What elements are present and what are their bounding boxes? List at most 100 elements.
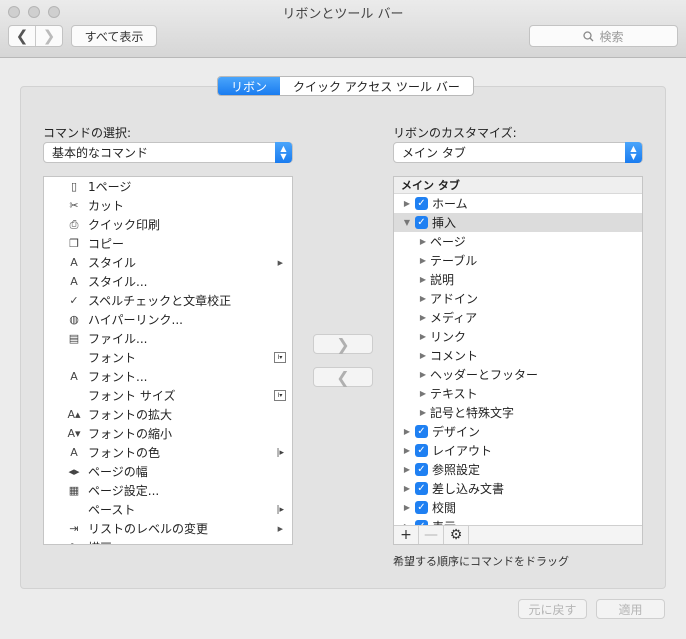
command-item[interactable]: ▯ 1ページ: [44, 177, 292, 196]
command-label: フォントの拡大: [88, 408, 173, 422]
gear-icon[interactable]: ⚙: [444, 526, 469, 544]
command-label: スタイル: [88, 256, 137, 270]
choose-commands-select[interactable]: 基本的なコマンド ▲ ▼: [43, 142, 293, 163]
text-field-icon: I▾: [274, 390, 286, 401]
tab-ribbon[interactable]: リボン: [218, 77, 281, 95]
list-level-icon: ⇥: [69, 522, 79, 535]
disclosure-closed-icon[interactable]: ▶: [418, 313, 428, 322]
tree-item-label: リンク: [430, 330, 467, 344]
command-item[interactable]: A フォントの色 |▸: [44, 443, 292, 462]
search-field[interactable]: 検索: [529, 25, 678, 47]
disclosure-closed-icon[interactable]: ▶: [402, 465, 412, 474]
command-item[interactable]: ✎ 描画: [44, 538, 292, 544]
remove-command-button[interactable]: ❮: [313, 367, 373, 387]
disclosure-closed-icon[interactable]: ▶: [402, 199, 412, 208]
ribbon-tabs-tree[interactable]: メイン タブ ▶ ✓ ホーム ▼ ✓ 挿入 ▶ ページ ▶ テーブル ▶ 説明 ▶ アドイン ▶ メディア ▶ リ…: [393, 176, 643, 545]
disclosure-closed-icon[interactable]: ▶: [418, 351, 428, 360]
ribbon-tab-item[interactable]: ▶ ✓ 参照設定: [394, 460, 642, 479]
tree-item-label: テーブル: [430, 254, 478, 268]
ribbon-tab-item[interactable]: ▶ ✓ デザイン: [394, 422, 642, 441]
back-button[interactable]: ❮: [9, 26, 35, 46]
disclosure-closed-icon[interactable]: ▶: [418, 275, 428, 284]
ribbon-tab-item[interactable]: ▼ ✓ 挿入: [394, 213, 642, 232]
command-item[interactable]: A スタイル ▶: [44, 253, 292, 272]
chevron-left-icon: ❮: [336, 367, 350, 387]
ribbon-group-item[interactable]: ▶ リンク: [394, 327, 642, 346]
disclosure-closed-icon[interactable]: ▶: [402, 446, 412, 455]
command-item[interactable]: フォント サイズ I▾: [44, 386, 292, 405]
command-item[interactable]: ✂ カット: [44, 196, 292, 215]
ribbon-group-item[interactable]: ▶ 記号と特殊文字: [394, 403, 642, 422]
search-icon: [583, 30, 594, 41]
apply-button[interactable]: 適用: [596, 599, 665, 619]
tree-item-label: 参照設定: [432, 463, 481, 477]
ribbon-tab-item[interactable]: ▶ ✓ 校閲: [394, 498, 642, 517]
font-grow-icon: A▴: [67, 408, 81, 421]
ribbon-tab-item[interactable]: ▶ ✓ レイアウト: [394, 441, 642, 460]
disclosure-closed-icon[interactable]: ▶: [402, 427, 412, 436]
disclosure-closed-icon[interactable]: ▶: [402, 503, 412, 512]
ribbon-group-item[interactable]: ▶ コメント: [394, 346, 642, 365]
command-item[interactable]: ◂▸ ページの幅: [44, 462, 292, 481]
command-item[interactable]: A スタイル...: [44, 272, 292, 291]
customize-ribbon-select[interactable]: メイン タブ ▲ ▼: [393, 142, 643, 163]
ribbon-group-item[interactable]: ▶ アドイン: [394, 289, 642, 308]
ribbon-group-item[interactable]: ▶ ヘッダーとフッター: [394, 365, 642, 384]
command-item[interactable]: ▤ ファイル...: [44, 329, 292, 348]
disclosure-closed-icon[interactable]: ▶: [418, 370, 428, 379]
revert-button[interactable]: 元に戻す: [518, 599, 587, 619]
ribbon-tab-item[interactable]: ▶ ✓ ホーム: [394, 194, 642, 213]
font-color-icon: A: [70, 446, 78, 459]
checkbox[interactable]: ✓: [415, 197, 428, 210]
checkbox[interactable]: ✓: [415, 425, 428, 438]
disclosure-closed-icon[interactable]: ▶: [418, 256, 428, 265]
add-command-button[interactable]: ❯: [313, 334, 373, 354]
command-item[interactable]: ◍ ハイパーリンク...: [44, 310, 292, 329]
submenu-arrow-icon: ▶: [277, 524, 283, 533]
forward-button[interactable]: ❯: [35, 26, 62, 46]
disclosure-closed-icon[interactable]: ▶: [402, 484, 412, 493]
show-all-button[interactable]: すべて表示: [71, 25, 157, 47]
disclosure-closed-icon[interactable]: ▶: [418, 389, 428, 398]
ribbon-group-item[interactable]: ▶ メディア: [394, 308, 642, 327]
ribbon-group-item[interactable]: ▶ テキスト: [394, 384, 642, 403]
checkbox[interactable]: ✓: [415, 501, 428, 514]
disclosure-open-icon[interactable]: ▼: [402, 218, 412, 227]
command-label: 描画: [88, 539, 112, 544]
remove-tab-button[interactable]: —: [419, 526, 444, 544]
checkbox[interactable]: ✓: [415, 482, 428, 495]
page-setup-icon: ▦: [68, 484, 80, 497]
ribbon-group-item[interactable]: ▶ テーブル: [394, 251, 642, 270]
command-label: フォント...: [88, 370, 148, 384]
command-label: フォントの縮小: [88, 427, 173, 441]
command-item[interactable]: ⎙ クイック印刷: [44, 215, 292, 234]
add-tab-button[interactable]: +: [394, 526, 419, 544]
page-width-icon: ◂▸: [68, 465, 80, 478]
command-label: リストのレベルの変更: [88, 522, 209, 536]
tab-quick-access-toolbar[interactable]: クイック アクセス ツール バー: [280, 77, 473, 95]
checkbox[interactable]: ✓: [415, 463, 428, 476]
command-item[interactable]: A▴ フォントの拡大: [44, 405, 292, 424]
command-item[interactable]: ペースト |▸: [44, 500, 292, 519]
command-item[interactable]: A▾ フォントの縮小: [44, 424, 292, 443]
ribbon-group-item[interactable]: ▶ 説明: [394, 270, 642, 289]
command-item[interactable]: ⇥ リストのレベルの変更 ▶: [44, 519, 292, 538]
command-item[interactable]: ❐ コピー: [44, 234, 292, 253]
commands-list[interactable]: ▯ 1ページ ✂ カット ⎙ クイック印刷 ❐ コピー A スタイル ▶ A スタイル... ✓ スペルチェ…: [43, 176, 293, 545]
ribbon-group-item[interactable]: ▶ ページ: [394, 232, 642, 251]
disclosure-closed-icon[interactable]: ▶: [418, 237, 428, 246]
tree-footer: + — ⚙: [394, 525, 642, 544]
chevron-right-icon: ❯: [42, 27, 56, 45]
command-item[interactable]: A フォント...: [44, 367, 292, 386]
command-label: カット: [88, 199, 125, 213]
disclosure-closed-icon[interactable]: ▶: [418, 408, 428, 417]
command-item[interactable]: ✓ スペルチェックと文章校正: [44, 291, 292, 310]
checkbox[interactable]: ✓: [415, 216, 428, 229]
command-item[interactable]: ▦ ページ設定...: [44, 481, 292, 500]
checkbox[interactable]: ✓: [415, 444, 428, 457]
disclosure-closed-icon[interactable]: ▶: [418, 332, 428, 341]
command-item[interactable]: フォント I▾: [44, 348, 292, 367]
ribbon-tab-item[interactable]: ▶ ✓ 差し込み文書: [394, 479, 642, 498]
command-label: ハイパーリンク...: [88, 313, 183, 327]
disclosure-closed-icon[interactable]: ▶: [418, 294, 428, 303]
